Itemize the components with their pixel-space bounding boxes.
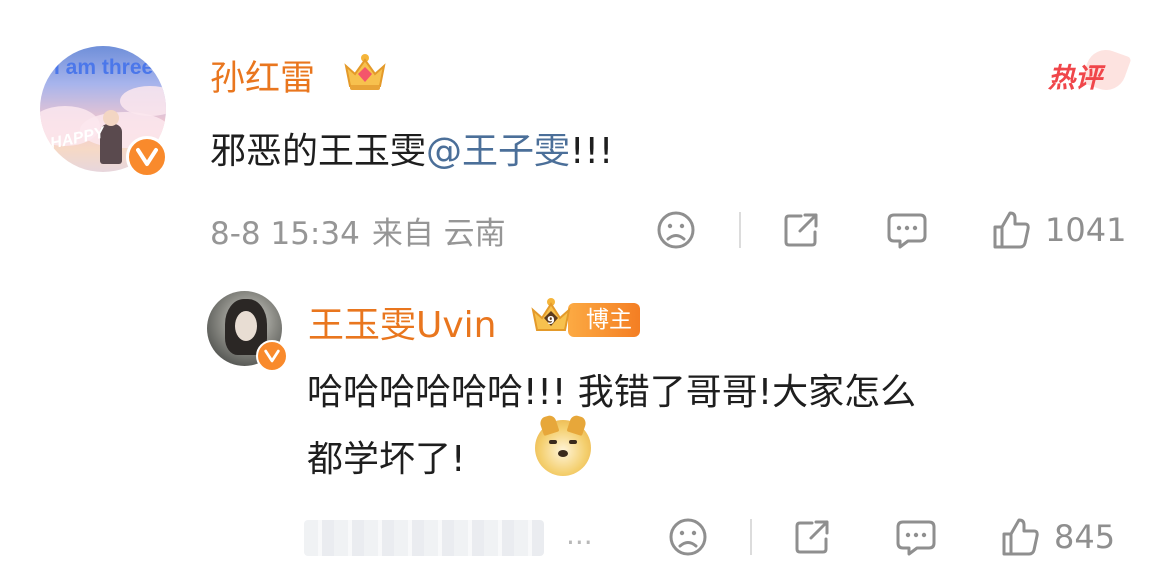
avatar-caption: I am three <box>54 56 154 79</box>
hot-label: 热评 <box>1048 63 1102 94</box>
reply-username[interactable]: 王玉雯Uvin <box>308 296 496 348</box>
reply-text-line-2: 都学坏了! <box>307 439 466 480</box>
divider <box>739 212 741 248</box>
share-icon[interactable] <box>790 515 834 559</box>
comment-text-suffix: !!! <box>570 131 614 172</box>
comment-meta: 8-8 15:34 来自 云南 <box>210 208 506 253</box>
reply-text-line-1: 哈哈哈哈哈哈!!! 我错了哥哥!大家怎么 <box>307 372 917 413</box>
thumbs-up-icon[interactable] <box>989 208 1033 252</box>
comment-source: 来自 云南 <box>371 216 506 252</box>
host-badge: 博主 <box>568 303 640 337</box>
dislike-face-icon[interactable] <box>666 515 710 559</box>
verified-v-icon <box>256 340 288 372</box>
comment-date: 8-8 15:34 <box>210 216 360 252</box>
like-count: 1041 <box>1045 211 1127 249</box>
divider <box>750 519 752 555</box>
reply-like-count: 845 <box>1054 518 1116 556</box>
reply-actions: 845 <box>666 514 1115 560</box>
verified-v-icon <box>126 136 168 178</box>
comment-text: 邪恶的王玉雯@王子雯!!! <box>210 122 613 174</box>
dislike-face-icon[interactable] <box>654 208 698 252</box>
thumbs-up-icon[interactable] <box>998 515 1042 559</box>
comment-icon[interactable] <box>894 515 938 559</box>
crown-icon: 9 <box>531 298 571 331</box>
blurred-reply-preview <box>304 520 544 556</box>
more-ellipsis[interactable]: ... <box>566 518 593 551</box>
comment-icon[interactable] <box>885 208 929 252</box>
avatar-face <box>235 311 257 341</box>
share-icon[interactable] <box>779 208 823 252</box>
mention-link[interactable]: @王子雯 <box>426 131 570 172</box>
comment-text-prefix: 邪恶的王玉雯 <box>210 131 427 172</box>
crown-icon <box>344 54 386 90</box>
username[interactable]: 孙红雷 <box>210 50 315 101</box>
crown-level: 9 <box>547 314 555 327</box>
comment-thread: I am three HAPPY 孙红雷 热评 邪恶的王玉雯@王子雯!!! 8-… <box>0 0 1169 574</box>
comment-actions: 1041 <box>654 207 1126 253</box>
doge-emoji-icon <box>535 413 591 476</box>
hot-comment-tag: 热评 <box>1048 44 1132 96</box>
